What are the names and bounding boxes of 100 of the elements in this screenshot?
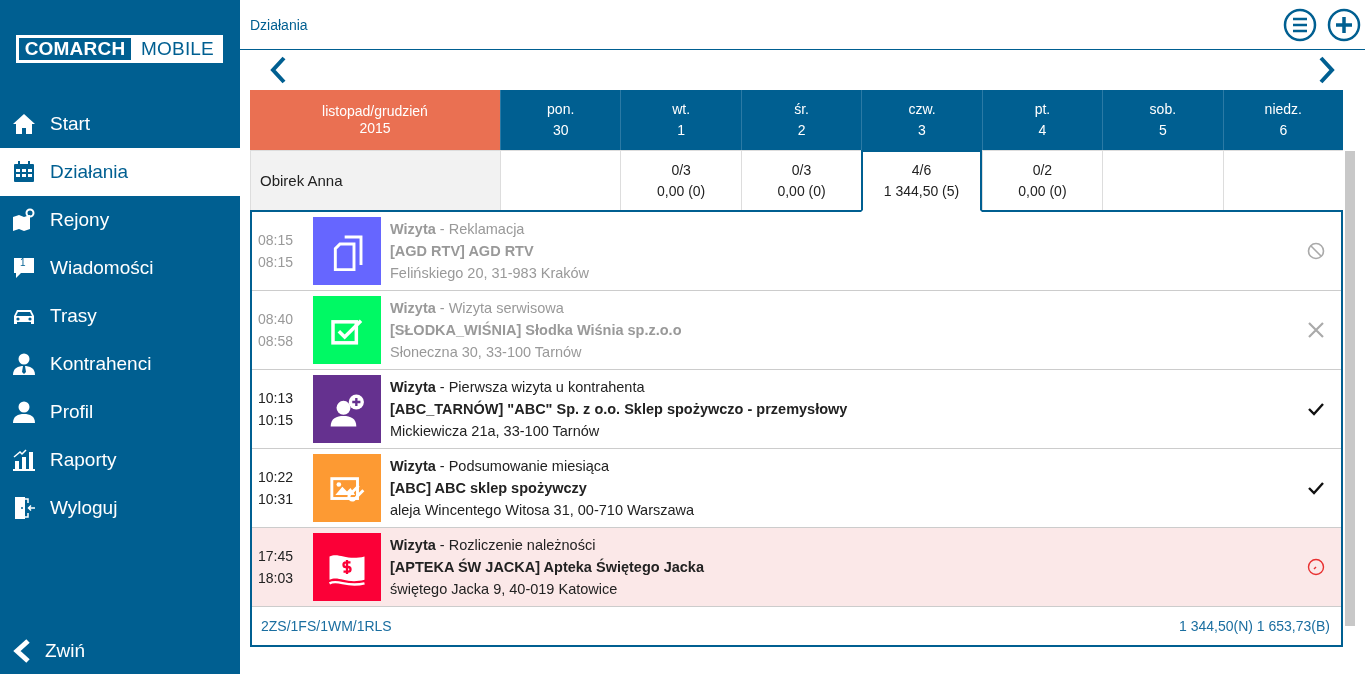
start-time: 08:40 (258, 310, 295, 329)
day-number: 1 (677, 121, 686, 140)
sidebar-item[interactable]: Kontrahenci (0, 340, 240, 388)
day-header[interactable]: wt. 1 (620, 90, 741, 150)
door-icon (12, 496, 36, 520)
visit-title: Wizyta - Rozliczenie należności (390, 536, 597, 555)
day-summary-cell[interactable] (1102, 150, 1223, 210)
day-summary-cell[interactable]: 4/6 1 344,50 (5) (861, 150, 982, 212)
day-summary-cell[interactable]: 0/3 0,00 (0) (620, 150, 741, 210)
next-week-button[interactable] (1317, 56, 1337, 84)
sidebar-item[interactable]: Raporty (0, 436, 240, 484)
start-time: 08:15 (258, 231, 295, 250)
end-time: 10:15 (258, 411, 295, 430)
day-number: 6 (1279, 121, 1288, 140)
day-header[interactable]: pon. 30 (500, 90, 621, 150)
start-time: 10:22 (258, 468, 295, 487)
day-amount: 1 344,50 (5) (883, 182, 960, 201)
client-address: aleja Wincentego Witosa 31, 00-710 Warszawa (390, 501, 696, 520)
sidebar-label: Działania (50, 161, 129, 183)
day-amount: 0,00 (0) (1018, 181, 1067, 201)
day-amount: 0,00 (0) (657, 181, 706, 201)
collapse-button[interactable]: Zwiń (0, 636, 240, 666)
visit-row[interactable]: 10:13 10:15 Wizyta - Pierwsza wizyta u kontrahenta [ABC_TARNÓW] "ABC" Sp. z o.o. Sklep spożywczo - przemysłowy Mickiewicza 21a, 33-100 Tarnów (252, 370, 1341, 449)
sidebar-item[interactable]: Rejony (0, 196, 240, 244)
day-summary-cell[interactable] (1222, 150, 1343, 210)
end-time: 10:31 (258, 490, 295, 509)
chevron-left-icon (12, 639, 32, 663)
day-number: 2 (797, 121, 806, 140)
person-name: Obirek Anna (250, 150, 500, 210)
sidebar-item[interactable]: Działania (0, 148, 240, 196)
day-name: czw. (908, 100, 936, 119)
day-summary-cell[interactable] (500, 150, 621, 210)
day-name: śr. (794, 100, 809, 119)
sidebar-label: Rejony (50, 209, 110, 231)
sidebar-item[interactable]: Start (0, 100, 240, 148)
sidebar-label: Kontrahenci (50, 353, 152, 375)
client-name: [ABC_TARNÓW] "ABC" Sp. z o.o. Sklep spożywczo - przemysłowy (390, 399, 849, 419)
person-with-tie-icon (12, 352, 36, 376)
day-name: pt. (1034, 100, 1051, 119)
day-name: niedz. (1264, 100, 1302, 119)
visit-count: 0/3 (671, 160, 691, 180)
day-summary-cell[interactable]: 0/2 0,00 (0) (981, 150, 1103, 210)
visit-title: Wizyta - Podsumowanie miesiąca (390, 457, 611, 476)
start-time: 17:45 (258, 547, 295, 566)
day-totals: 1 344,50(N) 1 653,73(B) (1179, 618, 1330, 634)
day-name: sob. (1149, 100, 1177, 119)
end-time: 18:03 (258, 569, 295, 588)
plus-icon (1327, 7, 1361, 42)
start-time: 10:13 (258, 389, 295, 408)
day-summary-cell[interactable]: 0/3 0,00 (0) (740, 150, 862, 210)
day-header[interactable]: sob. 5 (1102, 90, 1223, 150)
period-months: listopad/grudzień (322, 103, 428, 120)
house-icon (12, 112, 36, 136)
logo-text: COMARCH (19, 38, 131, 60)
chevron-left-icon (268, 56, 288, 84)
sidebar-label: Trasy (50, 305, 97, 327)
map-icon (12, 208, 36, 232)
client-address: świętego Jacka 9, 40-019 Katowice (390, 580, 619, 599)
sidebar-item[interactable]: Trasy (0, 292, 240, 340)
scrollbar[interactable] (1345, 151, 1355, 626)
client-name: [SŁODKA_WIŚNIA] Słodka Wiśnia sp.z.o.o (390, 320, 683, 340)
previous-week-button[interactable] (268, 56, 288, 84)
visit-type-counts: 2ZS/1FS/1WM/1RLS (261, 618, 392, 634)
visit-count: 0/2 (1032, 160, 1053, 180)
add-button[interactable] (1327, 7, 1361, 42)
page-title: Działania (250, 16, 309, 33)
person-icon (12, 400, 36, 424)
visit-count: 0/3 (791, 160, 812, 180)
period-year: 2015 (359, 120, 391, 137)
visit-title: Wizyta - Wizyta serwisowa (390, 299, 565, 318)
client-name: [APTEKA ŚW JACKA] Apteka Świętego Jacka (390, 557, 705, 577)
logo-text: MOBILE (140, 37, 215, 61)
day-amount: 0,00 (0) (777, 181, 826, 201)
day-header[interactable]: czw. 3 (861, 90, 982, 150)
day-number: 4 (1038, 121, 1047, 140)
day-number: 30 (552, 121, 569, 140)
day-header[interactable]: niedz. 6 (1222, 90, 1343, 150)
client-address: Felińskiego 20, 31-983 Kraków (390, 264, 591, 283)
bar-chart-icon (12, 448, 36, 472)
day-name: pon. (547, 100, 575, 119)
message-count: 1 (20, 257, 26, 269)
menu-button[interactable] (1283, 7, 1317, 42)
day-header[interactable]: pt. 4 (981, 90, 1103, 150)
day-name: wt. (672, 100, 691, 119)
day-header[interactable]: śr. 2 (740, 90, 862, 150)
menu-icon (1283, 7, 1317, 42)
visit-row[interactable]: 17:45 18:03 Wizyta - Rozliczenie należności [APTEKA ŚW JACKA] Apteka Świętego Jacka świętego Jacka 9, 40-019 Katowice (252, 528, 1341, 607)
client-address: Słoneczna 30, 33-100 Tarnów (390, 343, 583, 362)
sidebar-item[interactable]: Wyloguj (0, 484, 240, 532)
day-number: 5 (1158, 121, 1167, 140)
sidebar-label: Start (50, 113, 91, 135)
visit-count: 4/6 (911, 161, 932, 180)
day-number: 3 (918, 121, 926, 140)
chevron-right-icon (1317, 56, 1337, 84)
sidebar-label: Raporty (50, 449, 117, 471)
visit-title: Wizyta - Pierwsza wizyta u kontrahenta (390, 378, 646, 397)
client-address: Mickiewicza 21a, 33-100 Tarnów (390, 422, 601, 441)
sidebar-item[interactable]: 1 Wiadomości (0, 244, 240, 292)
calendar-icon (12, 160, 36, 184)
sidebar-item[interactable]: Profil (0, 388, 240, 436)
